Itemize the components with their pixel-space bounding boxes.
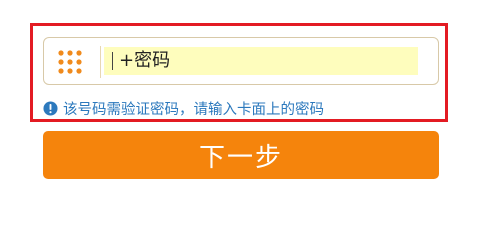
field-divider <box>100 46 101 78</box>
text-cursor <box>112 52 113 70</box>
next-step-button[interactable]: 下一步 <box>43 131 439 179</box>
password-input[interactable]: +密码 <box>104 47 418 75</box>
keypad-icon <box>58 50 82 74</box>
password-input-value: +密码 <box>119 50 171 71</box>
info-icon <box>43 100 58 116</box>
password-verify-panel: +密码 该号码需验证密码，请输入卡面上的密码 下一步 <box>0 0 500 208</box>
password-field[interactable]: +密码 <box>43 37 439 85</box>
password-hint: 该号码需验证密码，请输入卡面上的密码 <box>43 98 324 118</box>
hint-text: 该号码需验证密码，请输入卡面上的密码 <box>63 101 324 118</box>
next-step-button-label: 下一步 <box>198 142 283 173</box>
